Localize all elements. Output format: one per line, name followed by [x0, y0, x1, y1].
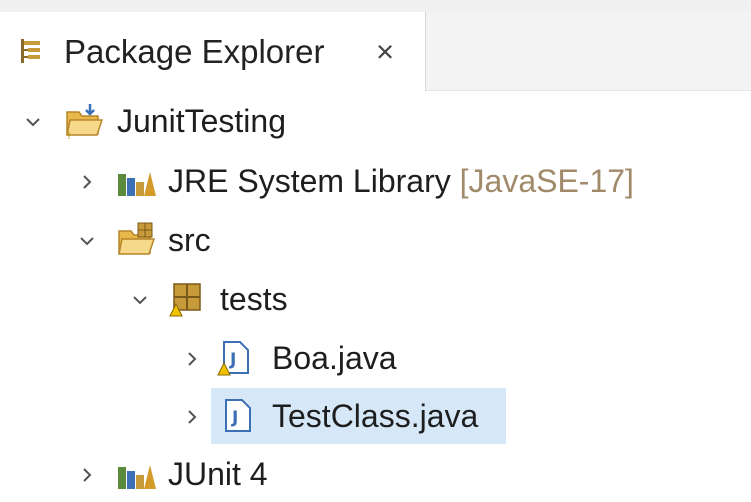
tree-item-jre-system-library[interactable]: JRE System Library [JavaSE-17]	[0, 153, 751, 209]
chevron-right-icon[interactable]	[183, 350, 201, 368]
svg-text:J: J	[231, 408, 238, 428]
chevron-down-icon[interactable]	[78, 232, 96, 250]
tree-item-testclass-java[interactable]: J TestClass.java	[0, 388, 751, 444]
tree-item-label: JunitTesting	[117, 103, 286, 139]
tree-item-junittesting[interactable]: ! JunitTesting	[0, 93, 751, 149]
tree-item-label: JUnit 4	[168, 456, 268, 492]
tab-title: Package Explorer	[64, 33, 325, 70]
java-project-icon: !	[66, 104, 104, 140]
chevron-down-icon[interactable]	[131, 291, 149, 309]
view-tab-bar: Package Explorer ×	[0, 12, 751, 91]
tree-item-boa-java[interactable]: J Boa.java	[0, 330, 751, 386]
tree-item-label: src	[168, 222, 211, 258]
package-icon	[169, 283, 201, 317]
chevron-right-icon[interactable]	[183, 408, 201, 426]
java-file-warning-icon: J	[217, 341, 249, 376]
tree-item-label: tests	[220, 281, 288, 317]
svg-text:J: J	[229, 350, 236, 370]
chevron-right-icon[interactable]	[78, 466, 96, 484]
java-file-icon: J	[225, 399, 251, 432]
svg-text:!: !	[67, 131, 71, 140]
tree-item-label: TestClass.java	[272, 398, 479, 434]
window-top-strip	[0, 0, 751, 12]
library-icon	[118, 465, 156, 489]
tree-item-junit4[interactable]: JUnit 4	[0, 446, 751, 502]
library-icon	[118, 172, 156, 196]
package-explorer-icon	[21, 39, 40, 63]
chevron-right-icon[interactable]	[78, 173, 96, 191]
source-folder-icon	[118, 222, 156, 255]
chevron-down-icon[interactable]	[24, 113, 42, 131]
jre-version-decoration: [JavaSE-17]	[459, 163, 634, 199]
tree-item-label: JRE System Library [JavaSE-17]	[168, 161, 634, 201]
tree-item-src[interactable]: src	[0, 212, 751, 268]
close-icon[interactable]: ×	[376, 34, 394, 70]
tree-item-tests[interactable]: tests	[0, 271, 751, 327]
tree-item-label: Boa.java	[272, 340, 397, 376]
tree-item-label-text: JRE System Library	[168, 163, 451, 199]
tab-package-explorer[interactable]: Package Explorer ×	[0, 12, 426, 91]
